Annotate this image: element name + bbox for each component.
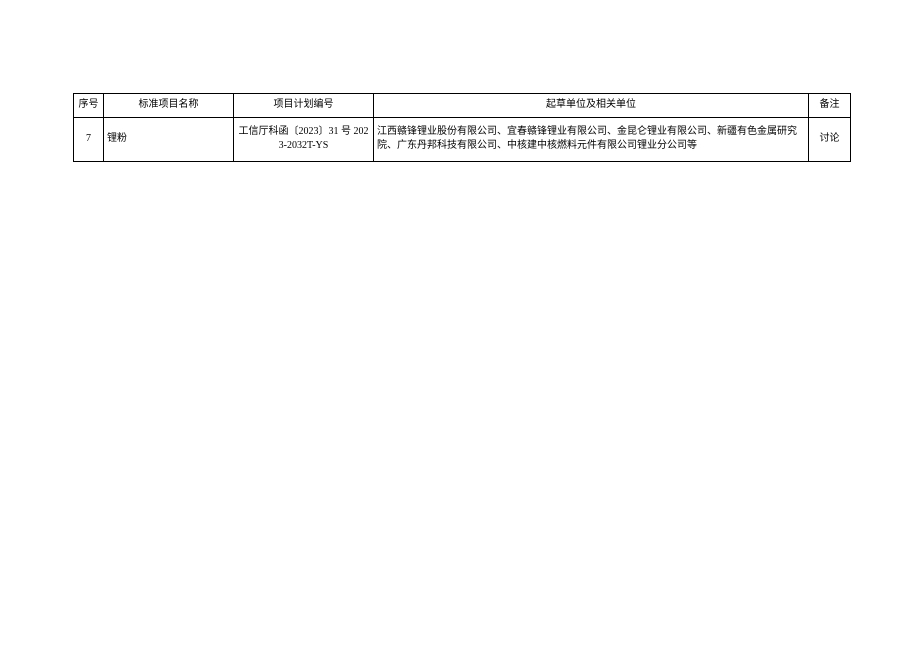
table-header-row: 序号 标准项目名称 项目计划编号 起草单位及相关单位 备注 [74,94,851,118]
document-page: 序号 标准项目名称 项目计划编号 起草单位及相关单位 备注 7 锂粉 工信厅科函… [0,0,920,651]
cell-note: 讨论 [809,117,851,161]
header-plan: 项目计划编号 [234,94,374,118]
cell-plan: 工信厅科函〔2023〕31 号 2023-2032T-YS [234,117,374,161]
standards-table: 序号 标准项目名称 项目计划编号 起草单位及相关单位 备注 7 锂粉 工信厅科函… [73,93,851,162]
header-units: 起草单位及相关单位 [374,94,809,118]
cell-seq: 7 [74,117,104,161]
table-row: 7 锂粉 工信厅科函〔2023〕31 号 2023-2032T-YS 江西赣锋锂… [74,117,851,161]
cell-units: 江西赣锋锂业股份有限公司、宜春赣锋锂业有限公司、金昆仑锂业有限公司、新疆有色金属… [374,117,809,161]
cell-name: 锂粉 [104,117,234,161]
header-note: 备注 [809,94,851,118]
header-name: 标准项目名称 [104,94,234,118]
header-seq: 序号 [74,94,104,118]
